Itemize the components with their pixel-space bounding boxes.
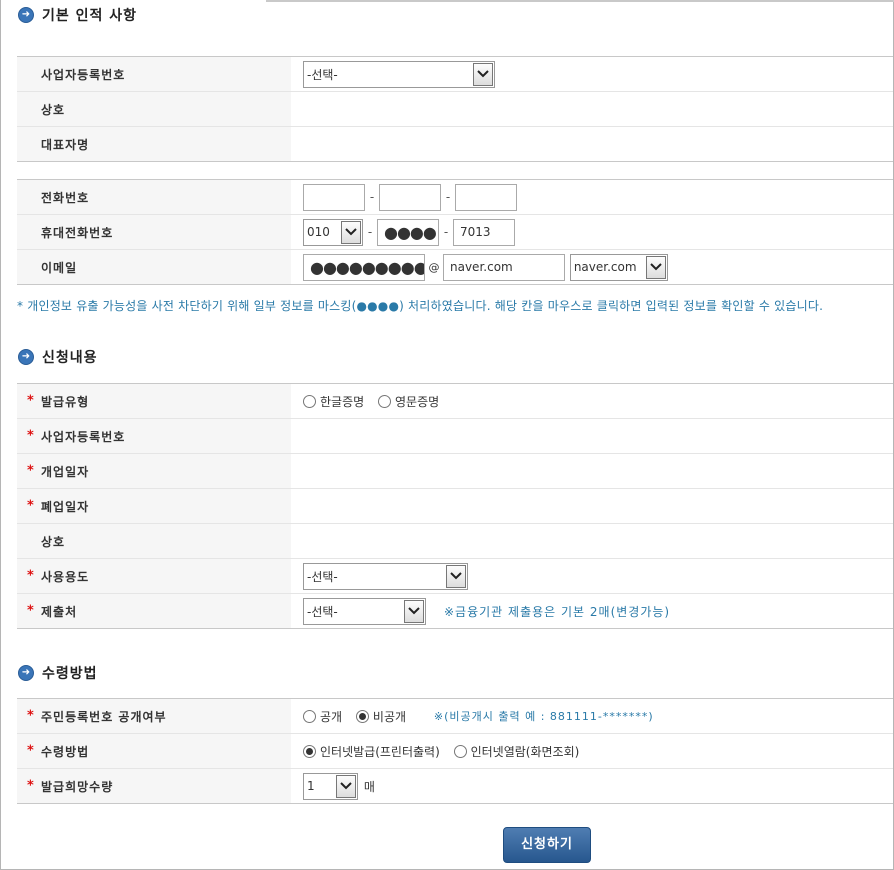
qty-unit: 매 xyxy=(363,779,375,794)
req-biz-no-label: * 사업자등록번호 xyxy=(17,418,291,454)
chevron-down-icon xyxy=(446,564,466,588)
rrn-public-radio[interactable]: 공개 xyxy=(303,708,342,725)
section-receive-label: 수령방법 xyxy=(42,666,98,682)
close-date-label: * 폐업일자 xyxy=(17,488,291,524)
chevron-down-icon xyxy=(404,599,424,623)
biz-no-label: 사업자등록번호 xyxy=(17,56,291,92)
apply-button[interactable]: 신청하기 xyxy=(503,827,591,863)
rrn-hint: ※(비공개시 출력 예 : 881111-*******) xyxy=(433,710,654,723)
section-receive-title: ➜ 수령방법 xyxy=(18,663,98,683)
issue-type-korean-radio[interactable]: 한글증명 xyxy=(303,393,364,410)
submit-to-hint: ※금융기관 제출용은 기본 2매(변경가능) xyxy=(444,604,671,619)
section-basic-title: ➜ 기본 인적 사항 xyxy=(18,5,137,25)
arrow-circle-icon: ➜ xyxy=(18,7,34,23)
qty-select[interactable]: 1 xyxy=(303,772,358,800)
usage-label: * 사용용도 xyxy=(17,558,291,594)
basic-info-table-2: 전화번호 -- 휴대전화번호 010 - ●●●● -7013 이메일 ●●●●●●… xyxy=(17,179,893,285)
phone-field-3[interactable] xyxy=(455,183,517,211)
section-request-title: ➜ 신청내용 xyxy=(18,347,98,367)
qty-label: * 발급희망수량 xyxy=(17,768,291,804)
company-label: 상호 xyxy=(17,91,291,127)
arrow-circle-icon: ➜ xyxy=(18,665,34,681)
chevron-down-icon xyxy=(341,220,361,244)
mobile-mid-field[interactable]: ●●●● xyxy=(377,218,439,246)
section-basic-label: 기본 인적 사항 xyxy=(42,8,138,24)
submit-to-label: * 제출처 xyxy=(17,593,291,629)
ceo-value xyxy=(291,126,893,162)
phone-field-2[interactable] xyxy=(379,183,441,211)
basic-info-table-1: 사업자등록번호 -선택- 상호 대표자명 xyxy=(17,56,893,162)
submit-to-select[interactable]: -선택- xyxy=(303,597,426,625)
email-id-field[interactable]: ●●●●●●●●● xyxy=(303,253,425,281)
email-domain-select[interactable]: naver.com xyxy=(569,253,668,281)
open-date-label: * 개업일자 xyxy=(17,453,291,489)
request-table: * 발급유형 한글증명 영문증명 * 사업자등록번호 * 개업일자 * 폐업일자 상호 … xyxy=(17,383,893,629)
issue-type-label: * 발급유형 xyxy=(17,383,291,419)
rrn-label: * 주민등록번호 공개여부 xyxy=(17,698,291,734)
arrow-circle-icon: ➜ xyxy=(18,349,34,365)
company-value xyxy=(291,91,893,127)
chevron-down-icon xyxy=(645,255,666,279)
mobile-label: 휴대전화번호 xyxy=(17,214,291,250)
email-label: 이메일 xyxy=(17,249,291,285)
usage-select[interactable]: -선택- xyxy=(303,562,468,590)
req-company-label: 상호 xyxy=(17,523,291,559)
receive-table: * 주민등록번호 공개여부 공개 비공개 ※(비공개시 출력 예 : 881111… xyxy=(17,698,893,804)
chevron-down-icon xyxy=(336,774,356,798)
rrn-private-radio[interactable]: 비공개 xyxy=(355,708,406,725)
method-print-radio[interactable]: 인터넷발급(프린터출력) xyxy=(303,743,440,760)
ceo-label: 대표자명 xyxy=(17,126,291,162)
section-request-label: 신청내용 xyxy=(42,350,98,366)
phone-field-1[interactable] xyxy=(303,183,365,211)
masking-notice: * 개인정보 유출 가능성을 사전 차단하기 위해 일부 정보를 마스킹(●●●… xyxy=(17,299,824,313)
email-domain-field[interactable]: naver.com xyxy=(443,253,565,281)
mobile-prefix-select[interactable]: 010 xyxy=(303,218,363,246)
phone-label: 전화번호 xyxy=(17,179,291,215)
mobile-last-field[interactable]: 7013 xyxy=(453,218,515,246)
method-view-radio[interactable]: 인터넷열람(화면조회) xyxy=(453,743,579,760)
issue-type-english-radio[interactable]: 영문증명 xyxy=(378,393,439,410)
method-label: * 수령방법 xyxy=(17,733,291,769)
top-divider xyxy=(266,0,894,2)
biz-no-select[interactable]: -선택- xyxy=(303,60,495,88)
chevron-down-icon xyxy=(473,62,493,86)
